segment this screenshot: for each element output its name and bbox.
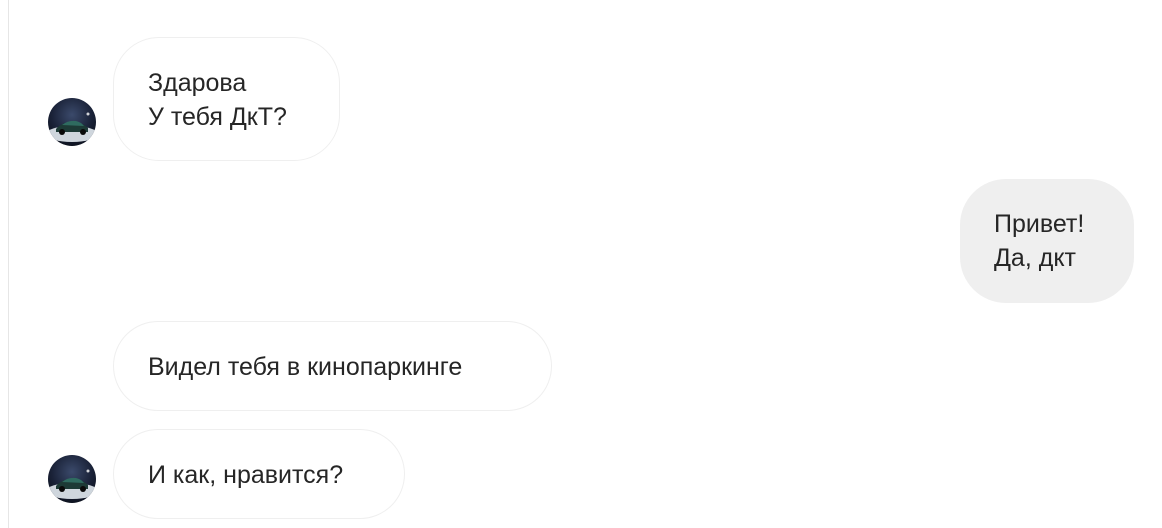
message-text: У тебя ДкТ? bbox=[148, 103, 287, 131]
chat-thread: Здарова У тебя ДкТ? Привет! Да, дкт Виде… bbox=[0, 0, 1162, 528]
message-bubble[interactable]: Привет! Да, дкт bbox=[960, 179, 1134, 303]
avatar[interactable] bbox=[48, 455, 96, 503]
message-text: Да, дкт bbox=[994, 244, 1076, 272]
message-text: Привет! bbox=[994, 210, 1085, 238]
message-text: Здарова bbox=[148, 69, 247, 97]
car-photo-avatar-icon bbox=[48, 98, 96, 146]
avatar[interactable] bbox=[48, 98, 96, 146]
message-text: И как, нравится? bbox=[148, 461, 344, 489]
message-bubble[interactable]: Здарова У тебя ДкТ? bbox=[113, 37, 340, 161]
message-bubble[interactable]: И как, нравится? bbox=[113, 429, 405, 519]
message-bubble[interactable]: Видел тебя в кинопаркинге bbox=[113, 321, 552, 411]
message-text: Видел тебя в кинопаркинге bbox=[148, 353, 463, 381]
car-photo-avatar-icon bbox=[48, 455, 96, 503]
